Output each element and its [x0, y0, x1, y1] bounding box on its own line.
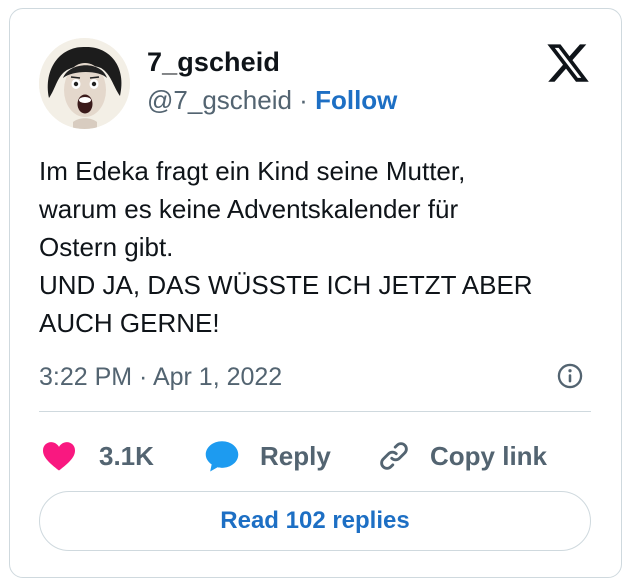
copy-link-button[interactable]: Copy link [376, 434, 547, 478]
like-button[interactable]: 3.1K [41, 434, 154, 478]
tweet-text: Im Edeka fragt ein Kind seine Mutter, wa… [39, 152, 599, 342]
heart-icon [43, 442, 75, 471]
tweet-line: Ostern gibt. [39, 232, 174, 262]
reply-label: Reply [260, 440, 331, 471]
link-icon [380, 442, 408, 470]
info-icon[interactable] [556, 362, 584, 390]
avatar-image [39, 38, 130, 129]
avatar[interactable] [39, 38, 130, 129]
display-name[interactable]: 7_gscheid [147, 47, 280, 78]
divider [39, 411, 591, 412]
user-handle[interactable]: @7_gscheid [147, 85, 292, 115]
tweet-line: Im Edeka fragt ein Kind seine Mutter, [39, 156, 466, 186]
speech-bubble-icon [205, 441, 239, 472]
tweet-line: warum es keine Adventskalender für [39, 194, 459, 224]
reply-button[interactable]: Reply [204, 434, 331, 478]
tweet-line: AUCH GERNE! [39, 308, 220, 338]
tweet-line: UND JA, DAS WÜSSTE ICH JETZT ABER [39, 270, 533, 300]
follow-button[interactable]: Follow [315, 85, 397, 115]
x-logo-icon[interactable] [545, 40, 591, 86]
like-count: 3.1K [99, 440, 154, 471]
read-replies-button[interactable]: Read 102 replies [39, 491, 591, 551]
handle-row: @7_gscheid · Follow [147, 85, 397, 116]
copy-link-label: Copy link [430, 440, 548, 471]
separator-dot: · [299, 85, 308, 115]
tweet-timestamp[interactable]: 3:22 PM · Apr 1, 2022 [39, 363, 282, 392]
tweet-card: 7_gscheid @7_gscheid · Follow Im Edeka f… [9, 8, 622, 578]
